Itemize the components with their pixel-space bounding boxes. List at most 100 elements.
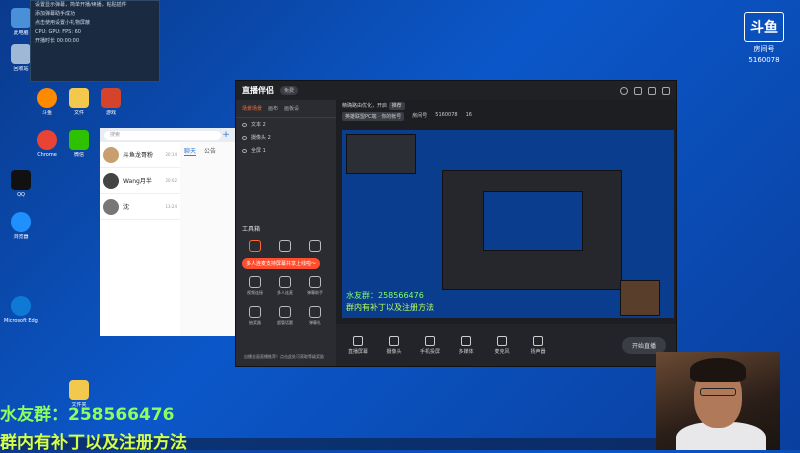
tool-lottery[interactable]: 抽奖器 <box>240 306 270 326</box>
source-row[interactable]: 文本 2 <box>236 118 336 131</box>
stream-assistant-window: 直播伴侣 免费 场景场景 画布 画板设 文本 2 摄像头 2 全屏 1 工具箱 <box>235 80 677 367</box>
eye-icon[interactable] <box>242 122 247 127</box>
mic-icon <box>497 335 507 346</box>
conversation-item[interactable]: 沈 13:24 <box>100 194 180 220</box>
microphone-button[interactable]: 麦克风 <box>490 335 514 355</box>
link-icon <box>249 276 261 288</box>
tab-scenes[interactable]: 场景场景 <box>242 105 262 112</box>
danmaku-icon <box>309 306 321 318</box>
mic-icon <box>279 240 291 252</box>
nested-preview-inner <box>483 191 583 251</box>
bottom-tip[interactable]: 自播全面直播推荐！点击此处可获取等级奖励 <box>244 354 324 360</box>
scene-panel: 场景场景 画布 画板设 文本 2 摄像头 2 全屏 1 工具箱 多人连麦支持屏幕… <box>236 100 336 366</box>
desktop-icon-edge[interactable]: Microsoft Edge <box>4 296 38 324</box>
conversation-item[interactable]: Wang月半 20:02 <box>100 168 180 194</box>
close-icon[interactable] <box>662 86 670 95</box>
recommend-badge: 推荐 <box>388 102 405 110</box>
start-live-button[interactable]: 开始直播 <box>621 336 666 354</box>
tool-multi-mic[interactable] <box>270 240 300 254</box>
viewer-count: 16 <box>465 112 472 118</box>
speaker-button[interactable]: 扬声器 <box>526 335 550 355</box>
source-row[interactable]: 全屏 1 <box>236 144 336 157</box>
screen-capture-button[interactable]: 直播屏幕 <box>346 335 370 355</box>
chat-icon <box>309 240 321 252</box>
control-bar: 直播屏幕 摄像头 手机投屏 多媒体 麦克风 扬声器 开始直播 <box>336 324 676 366</box>
source-row[interactable]: 摄像头 2 <box>236 131 336 144</box>
douyu-room-badge: 斗鱼 房间号 5160078 <box>742 12 786 64</box>
avatar[interactable] <box>620 86 628 95</box>
douyu-logo: 斗鱼 <box>744 12 784 42</box>
desktop-icon-chrome[interactable]: Chrome <box>30 130 64 158</box>
desktop-icon-qq[interactable]: QQ <box>4 170 38 198</box>
tab-canvas[interactable]: 画布 <box>268 105 278 112</box>
play-icon <box>461 335 471 346</box>
avatar <box>103 146 119 163</box>
room-id: 5160078 <box>435 112 458 118</box>
tool-topic[interactable]: 超管话题 <box>270 306 300 326</box>
chat-search-input[interactable]: 搜索 <box>104 130 221 140</box>
glasses <box>700 388 736 396</box>
folder-icon <box>69 380 89 400</box>
recycle-bin-icon <box>11 44 31 64</box>
add-icon[interactable]: + <box>221 130 231 140</box>
nested-preview <box>442 170 622 290</box>
webcam-preview <box>620 280 660 316</box>
monitor-icon <box>353 335 363 346</box>
preview-text-patch: 群内有补丁以及注册方法 <box>346 303 434 312</box>
computer-icon <box>11 8 31 28</box>
video-icon <box>249 240 261 252</box>
phone-icon <box>425 335 435 346</box>
eye-icon[interactable] <box>242 148 247 153</box>
category-select[interactable]: 英雄联盟PC端 · 你的帐号 <box>342 112 405 121</box>
desktop-icon-douyu[interactable]: 斗鱼 <box>30 88 64 116</box>
desktop-icon-game[interactable]: 游戏 <box>94 88 128 116</box>
chat-window: 搜索 + 斗鱼龙哥粉 20:14 Wang月半 20:02 沈 13:24 聊天… <box>100 128 235 336</box>
avatar <box>103 172 119 189</box>
douyu-icon <box>37 88 57 108</box>
helper-popup: 设置显示弹幕，简单开播/续播，粘贴插件 添加弹幕助手成功 点击使用设置小礼物屏蔽… <box>30 0 160 82</box>
qq-icon <box>11 170 31 190</box>
group-number-overlay: 水友群：258566476 <box>0 405 175 425</box>
avatar <box>103 198 119 215</box>
phone-cast-button[interactable]: 手机投屏 <box>418 335 442 355</box>
tab-board[interactable]: 画板设 <box>284 105 299 112</box>
tool-video-connect-label[interactable]: 视频连接 <box>240 276 270 296</box>
star-icon <box>279 306 291 318</box>
camera-icon <box>389 335 399 346</box>
toolbox-title: 工具箱 <box>242 226 261 233</box>
desktop-icon-wechat[interactable]: 微信 <box>62 130 96 158</box>
title-bar: 直播伴侣 免费 <box>236 81 676 100</box>
desktop-icon-browser[interactable]: 浏览器 <box>4 212 38 240</box>
gift-icon <box>249 306 261 318</box>
desktop-icon-files[interactable]: 文件 <box>62 88 96 116</box>
conversation-list: 斗鱼龙哥粉 20:14 Wang月半 20:02 沈 13:24 <box>100 142 180 336</box>
media-button[interactable]: 多媒体 <box>454 335 478 355</box>
tab-notice[interactable]: 公告 <box>204 146 216 156</box>
room-number: 5160078 <box>748 56 780 64</box>
conversation-item[interactable]: 斗鱼龙哥粉 20:14 <box>100 142 180 168</box>
message-icon <box>309 276 321 288</box>
preview-text-group: 水友群：258566476 <box>346 291 424 300</box>
tab-chat[interactable]: 聊天 <box>184 146 197 156</box>
tool-danmaku-helper[interactable] <box>300 240 330 254</box>
menu-icon[interactable] <box>634 86 642 95</box>
minimize-icon[interactable] <box>648 86 656 95</box>
eye-icon[interactable] <box>242 135 247 140</box>
nested-preview-thumb <box>346 134 416 174</box>
tool-multi-mic-label[interactable]: 多人连麦 <box>270 276 300 296</box>
tool-danmaku-gift[interactable]: 弹幕礼 <box>300 306 330 326</box>
browser-icon <box>11 212 31 232</box>
wechat-icon <box>69 130 89 150</box>
file-icon <box>69 88 89 108</box>
speaker-icon <box>533 335 543 346</box>
camera-button[interactable]: 摄像头 <box>382 335 406 355</box>
version-badge: 免费 <box>280 86 299 95</box>
tool-danmaku-label[interactable]: 弹幕助手 <box>300 276 330 296</box>
tool-video-connect[interactable] <box>240 240 270 254</box>
edge-icon <box>11 296 31 316</box>
users-icon <box>279 276 291 288</box>
stream-preview[interactable]: 水友群：258566476 群内有补丁以及注册方法 <box>342 130 674 318</box>
feature-tooltip: 多人连麦支持屏幕共享上线啦～ <box>242 258 321 269</box>
app-title: 直播伴侣 <box>242 86 274 95</box>
preview-panel: 精确路由优化，开启 推荐 英雄联盟PC端 · 你的帐号 房间号 5160078 … <box>336 100 676 366</box>
